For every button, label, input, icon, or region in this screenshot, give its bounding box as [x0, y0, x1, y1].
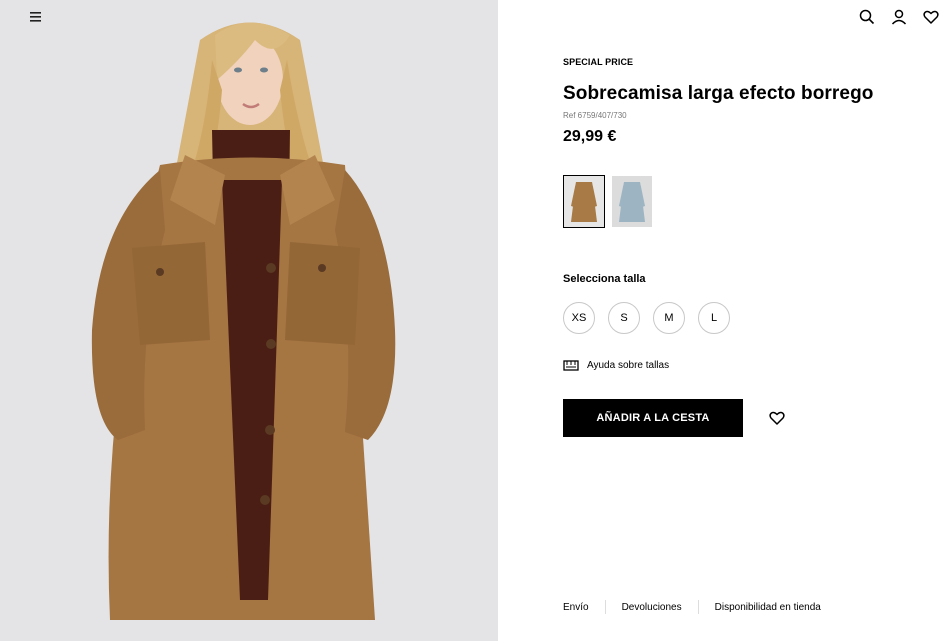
search-button[interactable] — [858, 8, 876, 26]
size-option-xs[interactable]: XS — [563, 302, 595, 334]
footer-links: Envío Devoluciones Disponibilidad en tie… — [563, 600, 821, 614]
product-title: Sobrecamisa larga efecto borrego — [563, 83, 874, 104]
size-option-l[interactable]: L — [698, 302, 730, 334]
footer-link-returns[interactable]: Devoluciones — [622, 602, 682, 613]
search-icon — [859, 9, 875, 25]
menu-button[interactable] — [28, 10, 44, 24]
add-to-cart-button[interactable]: AÑADIR A LA CESTA — [563, 399, 743, 437]
wishlist-header-button[interactable] — [922, 8, 940, 26]
special-price-badge: SPECIAL PRICE — [563, 57, 634, 67]
divider — [604, 600, 606, 614]
heart-icon — [769, 411, 785, 425]
divider — [697, 600, 699, 614]
product-ref: Ref 6759/407/730 — [563, 111, 627, 120]
color-swatch-light-blue[interactable] — [611, 175, 653, 228]
product-price: 29,99 € — [563, 128, 617, 145]
product-info-pane: SPECIAL PRICE Sobrecamisa larga efecto b… — [498, 0, 950, 641]
color-swatch-camel[interactable] — [563, 175, 605, 228]
color-swatches — [563, 175, 653, 228]
size-option-s[interactable]: S — [608, 302, 640, 334]
size-option-m[interactable]: M — [653, 302, 685, 334]
ruler-icon — [563, 360, 579, 371]
size-label: Selecciona talla — [563, 273, 646, 285]
size-options: XS S M L — [563, 302, 730, 334]
account-button[interactable] — [890, 8, 908, 26]
size-help-link[interactable]: Ayuda sobre tallas — [563, 358, 669, 372]
footer-link-shipping[interactable]: Envío — [563, 602, 589, 613]
user-icon — [891, 9, 907, 25]
header-icons — [858, 8, 940, 26]
size-help-label: Ayuda sobre tallas — [587, 359, 670, 371]
footer-link-store-availability[interactable]: Disponibilidad en tienda — [715, 602, 821, 613]
hamburger-menu-icon — [30, 12, 41, 22]
heart-icon — [923, 10, 939, 24]
product-photo[interactable] — [0, 0, 498, 641]
product-image-pane — [0, 0, 498, 641]
add-to-wishlist-button[interactable] — [769, 410, 785, 426]
